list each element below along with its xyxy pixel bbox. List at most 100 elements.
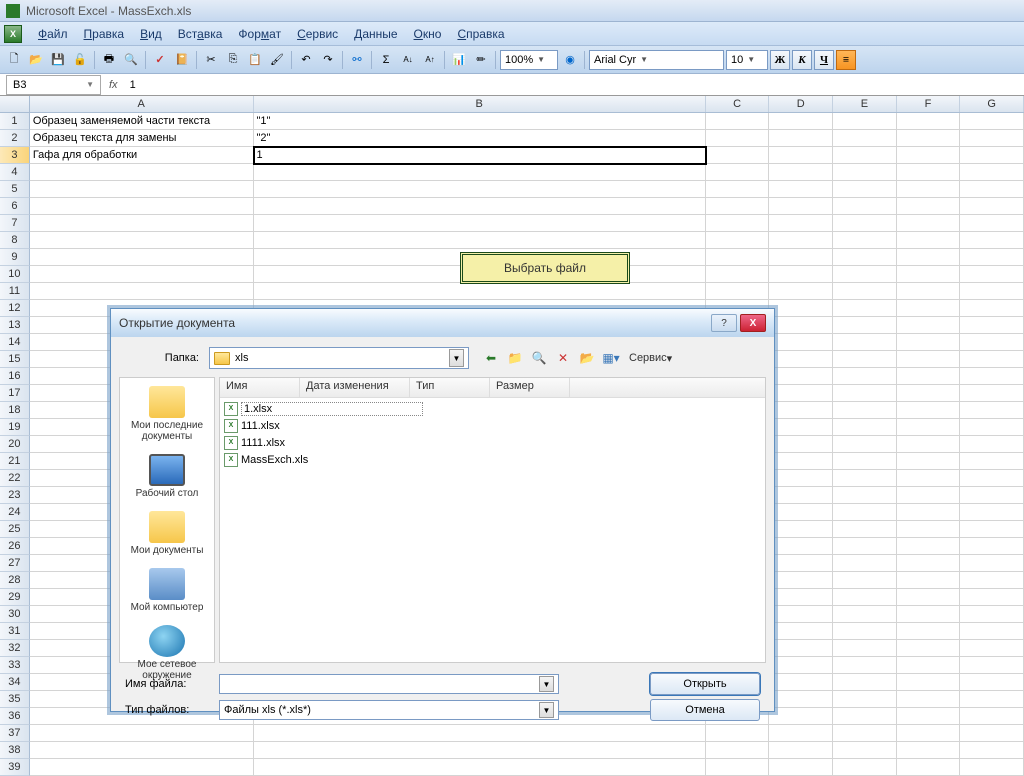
drawing-icon[interactable]: ✏ (471, 50, 491, 70)
cell-D12[interactable] (769, 300, 833, 317)
cell-C9[interactable] (706, 249, 770, 266)
cell-G8[interactable] (960, 232, 1024, 249)
cell-D3[interactable] (769, 147, 833, 164)
file-item[interactable]: X1111.xlsx (224, 434, 761, 451)
cell-C4[interactable] (706, 164, 770, 181)
cell-F21[interactable] (897, 453, 961, 470)
row-header[interactable]: 33 (0, 657, 30, 674)
autosum-icon[interactable]: Σ (376, 50, 396, 70)
cell-D28[interactable] (769, 572, 833, 589)
sort-asc-icon[interactable]: A↓ (398, 50, 418, 70)
cell-G14[interactable] (960, 334, 1024, 351)
cell-D8[interactable] (769, 232, 833, 249)
cell-C38[interactable] (706, 742, 770, 759)
cell-D26[interactable] (769, 538, 833, 555)
cell-G29[interactable] (960, 589, 1024, 606)
row-header[interactable]: 10 (0, 266, 30, 283)
cell-D30[interactable] (769, 606, 833, 623)
underline-button[interactable]: Ч (814, 50, 834, 70)
cell-G24[interactable] (960, 504, 1024, 521)
zoom-combo[interactable]: 100%▼ (500, 50, 558, 70)
cell-F22[interactable] (897, 470, 961, 487)
row-header[interactable]: 32 (0, 640, 30, 657)
cell-G3[interactable] (960, 147, 1024, 164)
place-recent[interactable]: Мои последние документы (122, 384, 212, 448)
choose-file-button[interactable]: Выбрать файл (460, 252, 630, 284)
cell-F12[interactable] (897, 300, 961, 317)
cell-F16[interactable] (897, 368, 961, 385)
row-header[interactable]: 9 (0, 249, 30, 266)
cell-C10[interactable] (706, 266, 770, 283)
cell-E16[interactable] (833, 368, 897, 385)
cell-E2[interactable] (833, 130, 897, 147)
cell-B2[interactable]: "2" (254, 130, 706, 147)
row-header[interactable]: 38 (0, 742, 30, 759)
row-header[interactable]: 30 (0, 606, 30, 623)
service-menu[interactable]: Сервис ▾ (625, 348, 676, 368)
row-header[interactable]: 20 (0, 436, 30, 453)
cell-D16[interactable] (769, 368, 833, 385)
cell-E29[interactable] (833, 589, 897, 606)
up-folder-icon[interactable]: 📁 (505, 348, 525, 368)
cancel-button[interactable]: Отмена (650, 699, 760, 721)
cell-G27[interactable] (960, 555, 1024, 572)
cell-F23[interactable] (897, 487, 961, 504)
spellcheck-icon[interactable]: ✓ (150, 50, 170, 70)
col-header-F[interactable]: F (897, 96, 961, 112)
row-header[interactable]: 11 (0, 283, 30, 300)
cell-G15[interactable] (960, 351, 1024, 368)
format-painter-icon[interactable]: 🖌 (267, 50, 287, 70)
cell-E13[interactable] (833, 317, 897, 334)
cell-B5[interactable] (254, 181, 706, 198)
new-icon[interactable]: 🗋 (4, 50, 24, 70)
cell-B4[interactable] (254, 164, 706, 181)
cell-F25[interactable] (897, 521, 961, 538)
cell-F30[interactable] (897, 606, 961, 623)
views-icon[interactable]: ▦▾ (601, 348, 621, 368)
cell-E14[interactable] (833, 334, 897, 351)
cell-F14[interactable] (897, 334, 961, 351)
cell-A38[interactable] (30, 742, 254, 759)
col-header-D[interactable]: D (769, 96, 833, 112)
print-icon[interactable]: 🖶 (99, 50, 119, 70)
folder-combo[interactable]: xls ▼ (209, 347, 469, 369)
open-button[interactable]: Открыть (650, 673, 760, 695)
cell-E38[interactable] (833, 742, 897, 759)
cell-F31[interactable] (897, 623, 961, 640)
cell-E33[interactable] (833, 657, 897, 674)
filename-combo[interactable]: ▼ (219, 674, 559, 694)
cell-D22[interactable] (769, 470, 833, 487)
row-header[interactable]: 1 (0, 113, 30, 130)
cell-F35[interactable] (897, 691, 961, 708)
cell-F27[interactable] (897, 555, 961, 572)
cell-E20[interactable] (833, 436, 897, 453)
cell-E7[interactable] (833, 215, 897, 232)
cell-E31[interactable] (833, 623, 897, 640)
cell-F2[interactable] (897, 130, 961, 147)
cell-F28[interactable] (897, 572, 961, 589)
cell-D7[interactable] (769, 215, 833, 232)
help-icon[interactable]: ◉ (560, 50, 580, 70)
col-date[interactable]: Дата изменения (300, 378, 410, 397)
row-header[interactable]: 24 (0, 504, 30, 521)
cell-F7[interactable] (897, 215, 961, 232)
cell-C5[interactable] (706, 181, 770, 198)
cell-D1[interactable] (769, 113, 833, 130)
cell-D17[interactable] (769, 385, 833, 402)
menu-tools[interactable]: Сервис (289, 24, 346, 44)
cell-D25[interactable] (769, 521, 833, 538)
cell-F6[interactable] (897, 198, 961, 215)
cell-F8[interactable] (897, 232, 961, 249)
row-header[interactable]: 16 (0, 368, 30, 385)
cell-F37[interactable] (897, 725, 961, 742)
row-header[interactable]: 2 (0, 130, 30, 147)
cell-E37[interactable] (833, 725, 897, 742)
row-header[interactable]: 17 (0, 385, 30, 402)
menu-window[interactable]: Окно (406, 24, 450, 44)
row-header[interactable]: 22 (0, 470, 30, 487)
cell-D18[interactable] (769, 402, 833, 419)
row-header[interactable]: 25 (0, 521, 30, 538)
cell-D5[interactable] (769, 181, 833, 198)
row-header[interactable]: 34 (0, 674, 30, 691)
dialog-close-button[interactable]: X (740, 314, 766, 332)
